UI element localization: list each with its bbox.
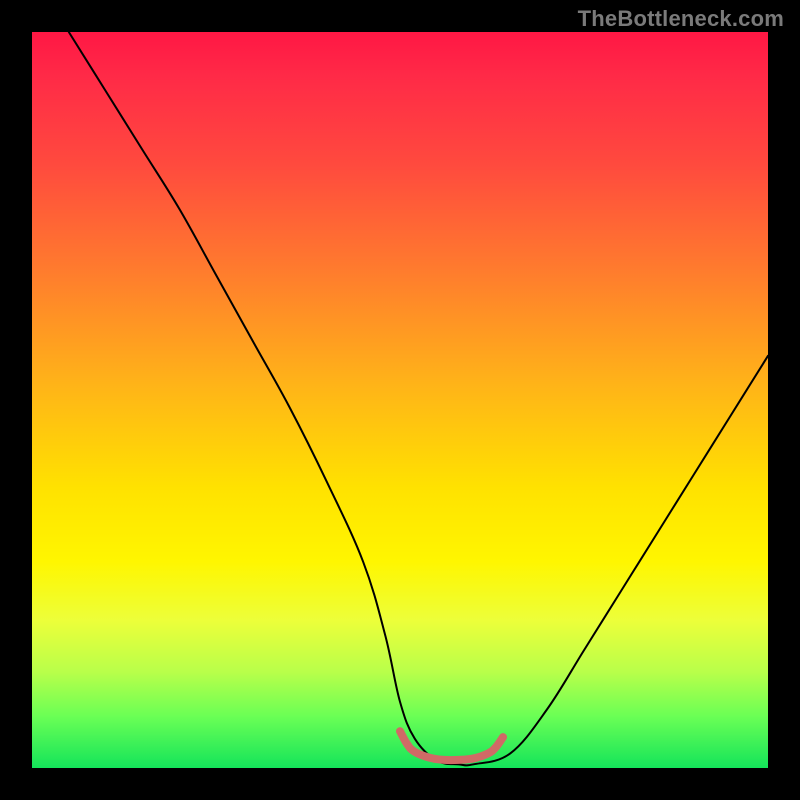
chart-frame: TheBottleneck.com [0,0,800,800]
bottleneck-floor-highlight [400,731,503,760]
chart-overlay [32,32,768,768]
bottleneck-curve [69,32,768,765]
watermark-text: TheBottleneck.com [578,6,784,32]
